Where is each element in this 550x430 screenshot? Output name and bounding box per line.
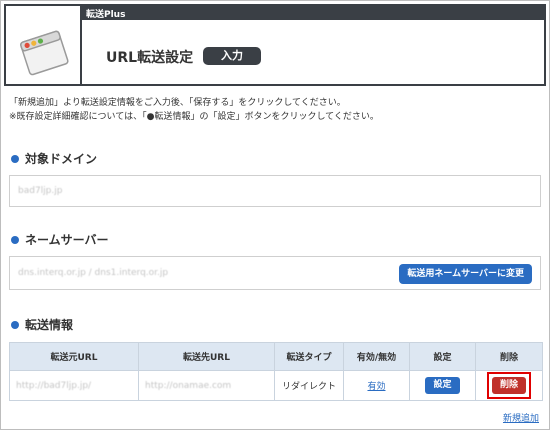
transfer-table: 転送元URL 転送先URL 転送タイプ 有効/無効 設定 削除 http://b…	[9, 342, 543, 401]
status-cell: 有効	[343, 370, 410, 401]
table-row: http://bad7ljp.jp/ http://onamae.com リダイ…	[9, 370, 543, 401]
bullet-icon	[11, 320, 19, 329]
column-header-settings: 設定	[409, 342, 476, 371]
column-header-status: 有効/無効	[343, 342, 410, 371]
page-title: URL転送設定	[106, 50, 194, 66]
app-header: 転送Plus URL転送設定 入力	[4, 4, 546, 86]
app-icon-box	[6, 6, 82, 84]
browser-window-icon	[20, 30, 69, 76]
target-domain-heading: 対象ドメイン	[11, 150, 97, 167]
target-domain-box: bad7ljp.jp	[9, 175, 541, 207]
transfer-info-heading: 転送情報	[11, 316, 73, 333]
settings-cell: 設定	[409, 370, 476, 401]
nameserver-heading: ネームサーバー	[11, 231, 109, 248]
header-bar: 転送Plus	[6, 6, 544, 20]
nameserver-box: dns.interq.or.jp / dns1.interq.or.jp 転送用…	[9, 256, 541, 290]
instructions: 「新規追加」より転送設定情報をご入力後、「保存する」をクリックしてください。 ※…	[9, 96, 379, 124]
source-url: http://bad7ljp.jp/	[16, 380, 92, 391]
column-header-transfer-type: 転送タイプ	[274, 342, 344, 371]
change-nameserver-button[interactable]: 転送用ネームサーバーに変更	[399, 264, 532, 284]
bullet-icon	[11, 235, 19, 244]
column-header-destination-url: 転送先URL	[138, 342, 275, 371]
instruction-line-2: ※既存設定詳細確認については、「●転送情報」の「設定」ボタンをクリックしてくださ…	[9, 112, 379, 122]
delete-highlight-box: 削除	[486, 372, 531, 399]
destination-url: http://onamae.com	[145, 380, 232, 391]
source-url-cell: http://bad7ljp.jp/	[9, 370, 139, 401]
delete-button[interactable]: 削除	[491, 377, 526, 394]
settings-button[interactable]: 設定	[425, 377, 460, 394]
table-header-row: 転送元URL 転送先URL 転送タイプ 有効/無効 設定 削除	[9, 342, 543, 371]
target-domain-title: 対象ドメイン	[25, 152, 98, 166]
add-new-link[interactable]: 新規追加	[503, 411, 539, 424]
column-header-source-url: 転送元URL	[9, 342, 139, 371]
status-toggle-link[interactable]: 有効	[367, 382, 385, 392]
page-frame: 転送Plus URL転送設定 入力 「新規追加」より転送設定情報をご入力後、「保…	[0, 0, 550, 430]
delete-cell: 削除	[475, 370, 543, 401]
header-bar-title: 転送Plus	[86, 10, 126, 20]
transfer-type-cell: リダイレクト	[274, 370, 344, 401]
instruction-line-1: 「新規追加」より転送設定情報をご入力後、「保存する」をクリックしてください。	[9, 98, 346, 108]
bullet-icon	[11, 154, 19, 163]
step-status-badge: 入力	[203, 47, 261, 65]
transfer-table-wrap: 転送元URL 転送先URL 転送タイプ 有効/無効 設定 削除 http://b…	[9, 342, 543, 401]
nameserver-title: ネームサーバー	[25, 233, 109, 247]
transfer-info-title: 転送情報	[25, 318, 74, 332]
nameserver-value: dns.interq.or.jp / dns1.interq.or.jp	[18, 268, 169, 278]
column-header-delete: 削除	[475, 342, 543, 371]
target-domain-value: bad7ljp.jp	[18, 186, 63, 196]
destination-url-cell: http://onamae.com	[138, 370, 275, 401]
